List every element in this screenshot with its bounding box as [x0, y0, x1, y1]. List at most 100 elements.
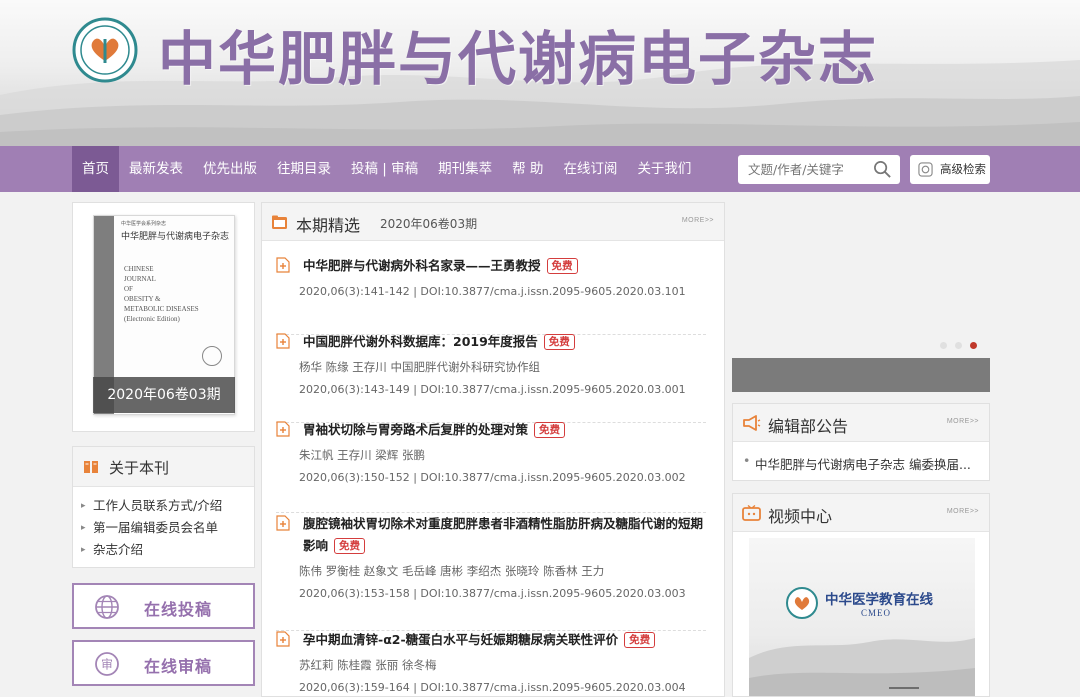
notice-title: 编辑部公告	[768, 417, 849, 436]
notice-more-link[interactable]: MORE>>	[947, 418, 979, 425]
online-review-label: 在线审稿	[144, 657, 213, 676]
free-badge: 免费	[624, 632, 656, 648]
header-banner: 中华肥胖与代谢病电子杂志	[0, 0, 1080, 146]
online-submission-button[interactable]: 在线投稿	[72, 583, 255, 629]
notice-item[interactable]: 中华肥胖与代谢病电子杂志 编委换届...	[743, 453, 971, 473]
featured-title: 本期精选	[296, 216, 361, 235]
nav-item-4[interactable]: 投稿 | 审稿	[341, 146, 428, 192]
cover-english-title: CHINESE JOURNAL OF OBESITY & METABOLIC DISEA…	[124, 264, 199, 324]
nav-item-1[interactable]: 最新发表	[119, 146, 193, 192]
nav-item-0[interactable]: 首页	[72, 146, 119, 192]
about-link[interactable]: 杂志介绍	[81, 539, 254, 561]
megaphone-icon	[743, 415, 761, 431]
article-authors: 陈伟 罗衡桂 赵象文 毛岳峰 唐彬 李绍杰 张晓玲 陈香林 王力	[299, 564, 605, 578]
document-plus-icon	[276, 421, 290, 437]
main-nav: 首页最新发表优先出版往期目录投稿 | 审稿期刊集萃帮 助在线订阅关于我们 高级检…	[0, 146, 1080, 192]
free-badge: 免费	[543, 334, 575, 350]
globe-icon	[95, 595, 119, 619]
association-logo-icon	[72, 17, 138, 83]
nav-item-5[interactable]: 期刊集萃	[428, 146, 502, 192]
article-item: 孕中期血清锌-α2-糖蛋白水平与妊娠期糖尿病关联性评价 免费苏红莉 陈桂霞 张丽 …	[276, 629, 706, 696]
video-more-link[interactable]: MORE>>	[947, 508, 979, 515]
video-thumbnail[interactable]: 中华医学教育在线 CMEO	[749, 538, 975, 696]
search-icon[interactable]	[873, 160, 892, 179]
cover-english-line: OBESITY &	[124, 295, 161, 303]
nav-item-8[interactable]: 关于我们	[627, 146, 701, 192]
tv-icon	[742, 505, 761, 521]
article-title[interactable]: 孕中期血清锌-α2-糖蛋白水平与妊娠期糖尿病关联性评价 免费	[303, 629, 703, 651]
article-title-text: 中国肥胖代谢外科数据库：2019年度报告	[303, 334, 538, 349]
about-link[interactable]: 工作人员联系方式/介绍	[81, 495, 254, 517]
slider-dot-2[interactable]	[955, 342, 962, 349]
notice-panel: 编辑部公告 MORE>> 中华肥胖与代谢病电子杂志 编委换届...	[732, 403, 990, 481]
article-meta: 2020,06(3):159-164 | DOI:10.3877/cma.j.i…	[299, 681, 686, 694]
about-list: 工作人员联系方式/介绍第一届编辑委员会名单杂志介绍	[73, 487, 254, 561]
cmeo-subtitle: CMEO	[861, 608, 892, 618]
search-input[interactable]	[738, 155, 868, 184]
notice-header: 编辑部公告 MORE>>	[733, 404, 989, 442]
article-title[interactable]: 胃袖状切除与胃旁路术后复胖的处理对策 免费	[303, 419, 703, 441]
search-box	[738, 155, 900, 184]
article-title-text: 胃袖状切除与胃旁路术后复胖的处理对策	[303, 422, 529, 437]
article-item: 腹腔镜袖状胃切除术对重度肥胖患者非酒精性脂肪肝病及糖脂代谢的短期影响 免费陈伟 罗…	[276, 513, 706, 631]
featured-more-link[interactable]: MORE>>	[682, 217, 714, 224]
free-badge: 免费	[334, 538, 366, 554]
article-meta: 2020,06(3):153-158 | DOI:10.3877/cma.j.i…	[299, 587, 686, 600]
folder-icon	[272, 215, 287, 229]
cover-english-line: JOURNAL	[124, 275, 156, 283]
cover-series-line: 中华医学会系列杂志	[121, 221, 167, 227]
document-plus-icon	[276, 333, 290, 349]
article-item: 胃袖状切除与胃旁路术后复胖的处理对策 免费朱江帆 王存川 梁辉 张鹏 2020,06…	[276, 419, 706, 513]
cover-title: 中华肥胖与代谢病电子杂志	[121, 232, 230, 242]
cover-english-line: CHINESE	[124, 265, 154, 273]
nav-item-6[interactable]: 帮 助	[502, 146, 553, 192]
article-authors: 杨华 陈缘 王存川 中国肥胖代谢外科研究协作组	[299, 360, 540, 374]
about-link[interactable]: 第一届编辑委员会名单	[81, 517, 254, 539]
featured-issue: 2020年06卷03期	[380, 217, 478, 231]
article-title-text: 中华肥胖与代谢病外科名家录——王勇教授	[303, 258, 541, 273]
free-badge: 免费	[534, 422, 566, 438]
featured-header: 本期精选 2020年06卷03期 MORE>>	[262, 203, 724, 241]
document-plus-icon	[276, 631, 290, 647]
article-title-text: 孕中期血清锌-α2-糖蛋白水平与妊娠期糖尿病关联性评价	[303, 632, 619, 647]
advanced-search-button[interactable]: 高级检索	[910, 155, 990, 184]
svg-text:审: 审	[101, 657, 113, 672]
featured-articles-panel: 本期精选 2020年06卷03期 MORE>> 中华肥胖与代谢病外科名家录——王…	[261, 202, 725, 697]
cmeo-logo-icon	[786, 587, 818, 619]
article-authors: 朱江帆 王存川 梁辉 张鹏	[299, 448, 425, 462]
nav-item-3[interactable]: 往期目录	[267, 146, 341, 192]
document-plus-icon	[276, 515, 290, 531]
cover-english-line: METABOLIC DISEASES	[124, 305, 199, 313]
nav-item-7[interactable]: 在线订阅	[553, 146, 627, 192]
free-badge: 免费	[546, 258, 578, 274]
article-item: 中国肥胖代谢外科数据库：2019年度报告 免费 杨华 陈缘 王存川 中国肥胖代谢外科…	[276, 331, 706, 423]
advanced-search-icon	[918, 162, 933, 177]
video-header: 视频中心 MORE>>	[733, 494, 989, 532]
slider-dot-1[interactable]	[940, 342, 947, 349]
article-authors: 苏红莉 陈桂霞 张丽 徐冬梅	[299, 658, 437, 672]
about-header: 关于本刊	[73, 447, 254, 487]
about-panel: 关于本刊 工作人员联系方式/介绍第一届编辑委员会名单杂志介绍	[72, 446, 255, 568]
cover-caption[interactable]: 2020年06卷03期	[93, 377, 235, 413]
book-icon	[84, 461, 98, 473]
image-slider[interactable]	[732, 202, 990, 392]
slider-dots	[940, 342, 977, 349]
cover-english-line: OF	[124, 285, 133, 293]
cmeo-title: 中华医学教育在线	[825, 592, 933, 608]
cover-english-line: (Electronic Edition)	[124, 315, 180, 323]
article-item: 中华肥胖与代谢病外科名家录——王勇教授 免费 2020,06(3):141-142 …	[276, 255, 706, 335]
advanced-search-label: 高级检索	[940, 162, 986, 176]
article-title[interactable]: 中国肥胖代谢外科数据库：2019年度报告 免费	[303, 331, 703, 353]
video-title: 视频中心	[768, 507, 833, 526]
online-review-button[interactable]: 审 在线审稿	[72, 640, 255, 686]
about-title: 关于本刊	[109, 459, 170, 477]
article-meta: 2020,06(3):141-142 | DOI:10.3877/cma.j.i…	[299, 285, 686, 298]
nav-item-2[interactable]: 优先出版	[193, 146, 267, 192]
article-title[interactable]: 中华肥胖与代谢病外科名家录——王勇教授 免费	[303, 255, 703, 277]
article-meta: 2020,06(3):150-152 | DOI:10.3877/cma.j.i…	[299, 471, 686, 484]
slider-dot-3[interactable]	[970, 342, 977, 349]
article-title[interactable]: 腹腔镜袖状胃切除术对重度肥胖患者非酒精性脂肪肝病及糖脂代谢的短期影响 免费	[303, 513, 703, 557]
site-title: 中华肥胖与代谢病电子杂志	[158, 25, 879, 93]
current-issue-panel: 中华医学会系列杂志 中华肥胖与代谢病电子杂志 CHINESE JOURNAL OF O…	[72, 202, 255, 432]
nav-list: 首页 最新发表 优先出版 往期目录 投稿 | 审稿 期刊集萃帮 助在线订阅 关于我们	[72, 146, 701, 192]
